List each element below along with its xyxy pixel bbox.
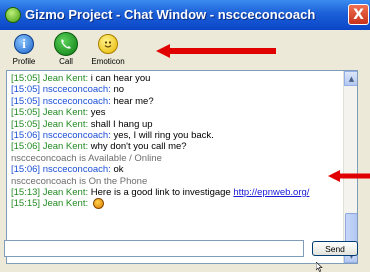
chat-message-line: [15:05] Jean Kent: yes (11, 107, 341, 118)
message-text: Here is a good link to investigage (88, 186, 234, 198)
chat-window: Gizmo Project - Chat Window - nscceconco… (0, 0, 370, 272)
message-sender: [15:06] Jean Kent: (11, 141, 89, 153)
chat-scrollbar[interactable]: ▲ ▼ (343, 71, 357, 263)
chat-message-line: [15:06] Jean Kent: why don't you call me… (11, 141, 341, 152)
smiley-icon (98, 34, 118, 54)
message-sender: [15:05] nscceconcoach: (11, 95, 111, 107)
chat-message-line: [15:06] nscceconcoach: ok (11, 164, 341, 175)
message-sender: [15:13] Jean Kent: (11, 186, 89, 198)
message-sender: [15:05] Jean Kent: (11, 118, 89, 130)
message-sender: [15:15] Jean Kent: (11, 198, 89, 210)
message-sender: [15:06] nscceconcoach: (11, 129, 111, 141)
emoticon-button[interactable]: Emoticon (88, 34, 128, 68)
message-link[interactable]: http://epnweb.org/ (233, 187, 309, 198)
message-text: yes (88, 107, 106, 119)
presence-status-text: nscceconcoach is Available / Online (11, 152, 162, 164)
chat-message-line: [15:06] nscceconcoach: yes, I will ring … (11, 130, 341, 141)
chat-message-line: [15:05] Jean Kent: i can hear you (11, 73, 341, 84)
mouse-cursor-icon (316, 262, 323, 272)
message-input[interactable] (4, 240, 304, 257)
title-bar[interactable]: Gizmo Project - Chat Window - nscceconco… (0, 0, 370, 30)
message-text: why don't you call me? (88, 141, 187, 153)
smiley-emoticon-icon (92, 198, 104, 210)
send-button[interactable]: Send (312, 241, 358, 256)
chat-message-line: [15:13] Jean Kent: Here is a good link t… (11, 187, 341, 198)
chat-status-line: nscceconcoach is On the Phone (11, 176, 341, 187)
emoticon-label: Emoticon (91, 57, 125, 66)
chat-message-line: [15:05] Jean Kent: shall I hang up (11, 119, 341, 130)
annotation-arrow-emoticon (156, 44, 276, 58)
chat-message-line: [15:05] nscceconcoach: no (11, 84, 341, 95)
phone-icon (54, 32, 78, 56)
chat-status-line: nscceconcoach is Available / Online (11, 153, 341, 164)
chat-message-line: [15:05] nscceconcoach: hear me? (11, 96, 341, 107)
profile-button[interactable]: i Profile (4, 34, 44, 68)
close-button[interactable]: X (348, 4, 369, 25)
message-sender: [15:05] nscceconcoach: (11, 84, 111, 96)
message-text: i can hear you (88, 73, 151, 84)
presence-status-text: nscceconcoach is On the Phone (11, 175, 148, 187)
annotation-arrow-link (328, 170, 370, 182)
message-sender: [15:05] Jean Kent: (11, 107, 89, 119)
message-sender: [15:06] nscceconcoach: (11, 164, 111, 176)
window-title: Gizmo Project - Chat Window - nscceconco… (25, 7, 316, 22)
message-text: ok (110, 164, 124, 176)
message-text (88, 198, 91, 209)
scroll-up-button[interactable]: ▲ (344, 71, 357, 86)
message-text: hear me? (110, 95, 154, 107)
chat-message-line: [15:15] Jean Kent: (11, 198, 341, 209)
call-button[interactable]: Call (46, 32, 86, 68)
chat-lines: [15:05] Jean Kent: i can hear you [15:05]… (11, 73, 341, 210)
message-sender: [15:05] Jean Kent: (11, 73, 89, 84)
info-icon: i (14, 34, 34, 54)
message-text: shall I hang up (88, 118, 153, 130)
message-text: yes, I will ring you back. (110, 129, 214, 141)
gizmo-app-icon (5, 7, 21, 23)
message-text: no (110, 84, 125, 96)
profile-label: Profile (12, 57, 36, 66)
call-label: Call (59, 57, 73, 66)
chat-history[interactable]: [15:05] Jean Kent: i can hear you [15:05]… (6, 70, 358, 264)
